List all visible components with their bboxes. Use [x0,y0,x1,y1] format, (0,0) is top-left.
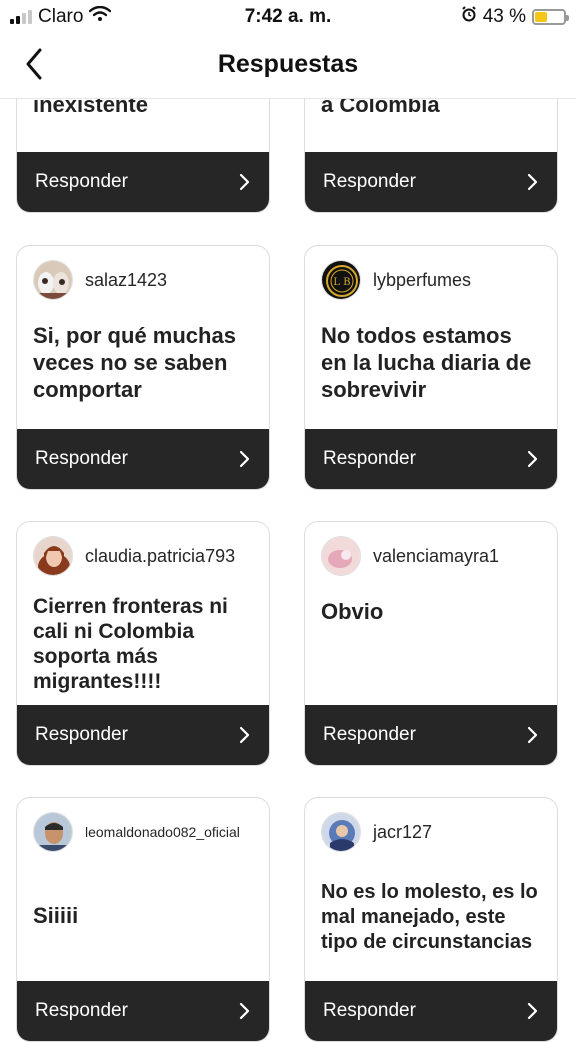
username[interactable]: salaz1423 [85,270,167,291]
reply-label: Responder [323,171,416,192]
alarm-icon [461,6,477,28]
reply-button[interactable]: Responder [305,152,557,212]
chevron-right-icon [527,1002,539,1020]
reply-label: Responder [35,448,128,469]
battery-percent: 43 % [482,6,526,27]
response-text: Obvio [321,599,384,624]
response-text: Si, por qué muchas veces no se saben com… [33,323,236,402]
response-text: No es lo molesto, es lo mal manejado, es… [321,881,538,953]
response-card[interactable]: L B lybperfumes No todos estamos en la l… [304,245,558,490]
username[interactable]: claudia.patricia793 [85,546,235,567]
reply-button[interactable]: Responder [17,429,269,489]
svg-text:L B: L B [333,277,350,288]
status-bar: Claro 7:42 a. m. 43 % [0,0,576,34]
avatar[interactable] [33,812,73,852]
avatar[interactable] [321,536,361,576]
username[interactable]: jacr127 [373,822,432,843]
response-text: No todos estamos en la lucha diaria de s… [321,323,532,402]
header: Respuestas [0,34,576,99]
page-title: Respuestas [217,50,359,78]
username[interactable]: lybperfumes [373,270,471,291]
chevron-right-icon [239,1002,251,1020]
reply-label: Responder [35,1000,128,1021]
username[interactable]: leomaldonado082_oficial [85,824,240,840]
response-card[interactable]: leomaldonado082_oficial Siiiii Responder [16,797,270,1042]
chevron-right-icon [527,726,539,744]
avatar[interactable] [321,812,361,852]
reply-label: Responder [323,724,416,745]
reply-label: Responder [323,448,416,469]
responses-grid: inexistente Responder a Colombia Respond… [0,0,576,1042]
response-card[interactable]: jacr127 No es lo molesto, es lo mal mane… [304,797,558,1042]
reply-button[interactable]: Responder [17,152,269,212]
reply-button[interactable]: Responder [305,429,557,489]
chevron-right-icon [239,173,251,191]
battery-icon [532,9,569,25]
reply-button[interactable]: Responder [305,705,557,765]
response-card[interactable]: valenciamayra1 Obvio Responder [304,521,558,766]
chevron-right-icon [239,450,251,468]
reply-label: Responder [323,1000,416,1021]
avatar[interactable] [33,536,73,576]
avatar[interactable]: L B [321,260,361,300]
response-card[interactable]: salaz1423 Si, por qué muchas veces no se… [16,245,270,490]
avatar[interactable] [33,260,73,300]
username[interactable]: valenciamayra1 [373,546,499,567]
chevron-right-icon [527,450,539,468]
chevron-right-icon [239,726,251,744]
reply-label: Responder [35,171,128,192]
reply-label: Responder [35,724,128,745]
response-text: Siiiii [33,903,79,928]
chevron-right-icon [527,173,539,191]
reply-button[interactable]: Responder [305,981,557,1041]
response-card[interactable]: claudia.patricia793 Cierren fronteras ni… [16,521,270,766]
reply-button[interactable]: Responder [17,981,269,1041]
reply-button[interactable]: Responder [17,705,269,765]
response-text: Cierren fronteras ni cali ni Colombia so… [33,595,228,693]
